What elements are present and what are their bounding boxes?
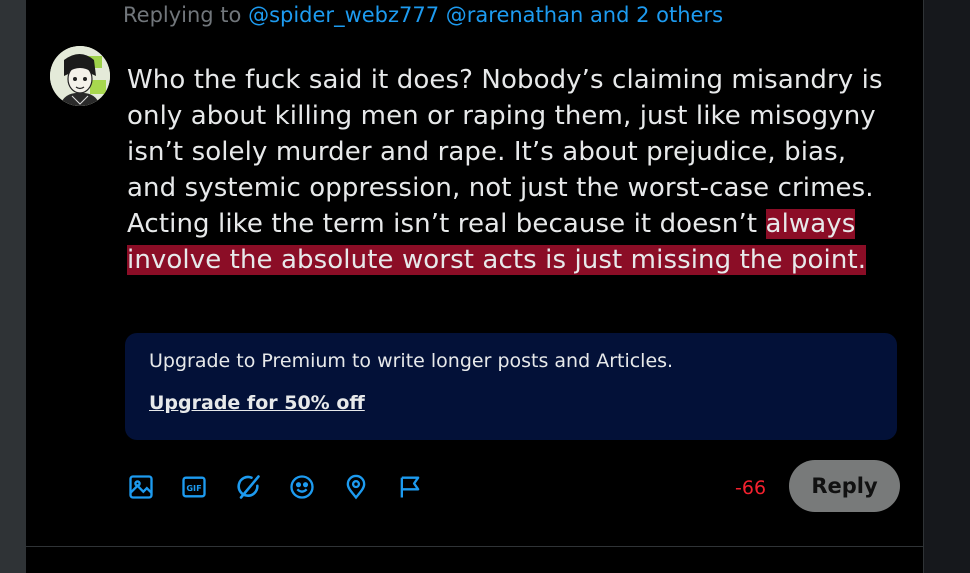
location-icon[interactable] — [342, 473, 370, 501]
compose-textarea[interactable]: Who the fuck said it does? Nobody’s clai… — [127, 62, 887, 278]
left-scroll-rail — [0, 0, 26, 573]
bottom-divider — [26, 546, 923, 547]
premium-upsell-message: Upgrade to Premium to write longer posts… — [149, 350, 674, 372]
right-sidebar-edge — [923, 0, 970, 573]
flag-icon[interactable] — [396, 473, 424, 501]
reply-button[interactable]: Reply — [789, 460, 900, 512]
emoji-icon[interactable] — [288, 473, 316, 501]
replying-to-label: Replying to — [123, 3, 249, 27]
character-counter: -66 — [735, 477, 767, 499]
replying-to-handles[interactable]: @spider_webz777 @rarenathan and 2 others — [248, 3, 723, 27]
grok-icon[interactable] — [234, 473, 262, 501]
avatar-image — [50, 46, 110, 106]
upgrade-premium-link[interactable]: Upgrade for 50% off — [149, 392, 365, 414]
avatar[interactable] — [50, 46, 110, 106]
premium-upsell-box: Upgrade to Premium to write longer posts… — [125, 333, 897, 440]
replying-to-line: Replying to @spider_webz777 @rarenathan … — [123, 3, 723, 27]
svg-text:GIF: GIF — [186, 483, 201, 493]
gif-icon[interactable]: GIF — [180, 473, 208, 501]
image-icon[interactable] — [127, 473, 155, 501]
